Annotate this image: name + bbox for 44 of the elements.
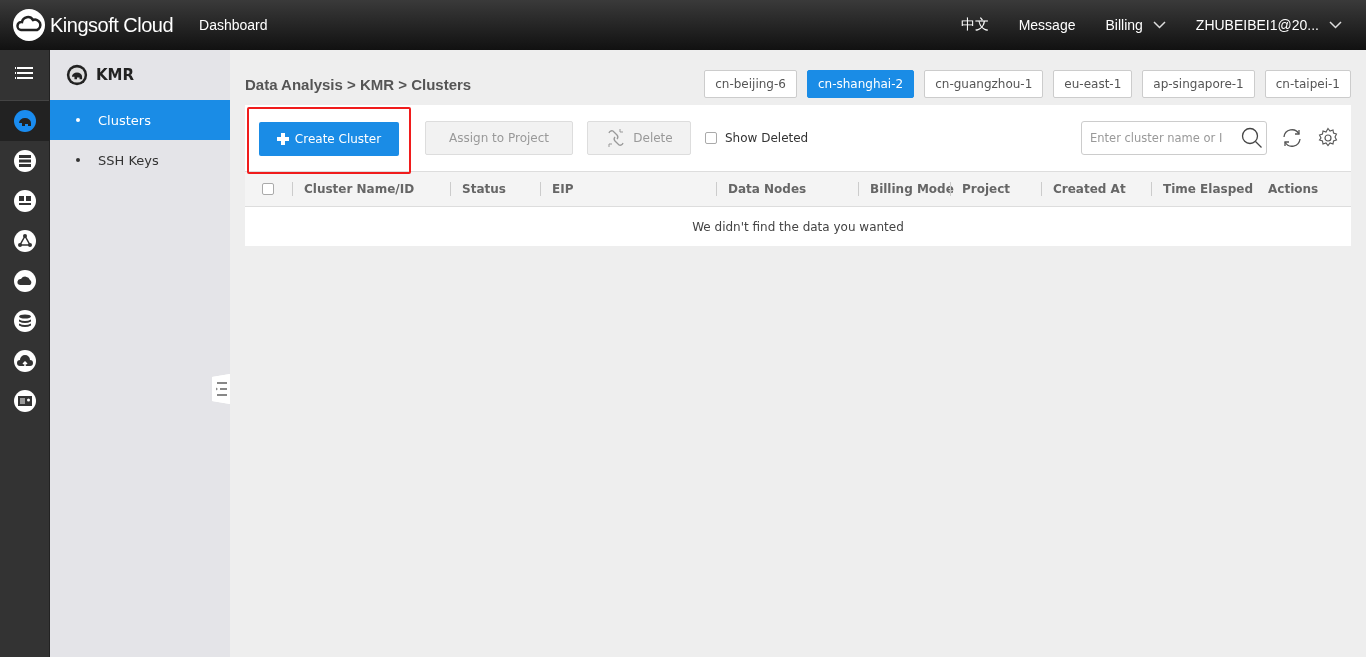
column-header: Status — [450, 182, 540, 196]
region-tab[interactable]: eu-east-1 — [1053, 70, 1133, 98]
dashboard-link[interactable]: Dashboard — [199, 17, 268, 33]
breadcrumb: Data Analysis > KMR > Clusters — [245, 75, 473, 93]
column-header: Data Nodes — [716, 182, 858, 196]
sidebar-item[interactable]: SSH Keys — [50, 140, 230, 180]
region-tab[interactable]: cn-shanghai-2 — [806, 70, 915, 98]
collapse-handle-icon[interactable] — [212, 374, 230, 404]
account-menu[interactable]: ZHUBEIBEI1@20... — [1195, 17, 1319, 33]
language-link[interactable]: 中文 — [960, 16, 989, 34]
cloud-icon[interactable] — [11, 268, 38, 294]
billing-menu[interactable]: Billing — [1105, 17, 1143, 33]
cloud-logo-icon — [12, 8, 46, 42]
search-icon[interactable] — [1241, 127, 1263, 149]
region-tab[interactable]: ap-singapore-1 — [1142, 70, 1255, 98]
message-link[interactable]: Message — [1018, 17, 1076, 33]
create-button[interactable]: Create Cluster — [259, 122, 399, 156]
column-header: EIP — [540, 182, 716, 196]
column-header: Created At — [1041, 182, 1151, 196]
select-all-checkbox[interactable] — [262, 183, 274, 195]
show-deleted-checkbox[interactable] — [705, 132, 717, 144]
grid-icon[interactable] — [11, 188, 38, 214]
plus-icon — [276, 133, 289, 145]
column-header: Actions — [1267, 182, 1320, 196]
region-tab[interactable]: cn-guangzhou-1 — [924, 70, 1044, 98]
search-field[interactable]: Enter cluster name or I — [1081, 121, 1267, 155]
brand-name: Kingsoft Cloud — [50, 13, 174, 37]
column-header: Time Elasped — [1151, 182, 1257, 196]
settings-icon[interactable] — [1317, 127, 1339, 149]
network-icon[interactable] — [11, 228, 38, 254]
chevron-down-icon — [1152, 21, 1166, 29]
database-icon[interactable] — [11, 308, 38, 334]
empty-message: We didn't find the data you wanted — [692, 219, 904, 234]
id-card-icon[interactable] — [11, 388, 38, 414]
server-icon[interactable] — [11, 148, 38, 174]
column-header: Cluster Name/ID — [292, 182, 450, 196]
section-title: KMR — [96, 66, 135, 84]
refresh-icon[interactable] — [1281, 127, 1303, 149]
checkbox-label: Show Deleted — [725, 131, 809, 145]
chevron-down-icon — [1329, 21, 1342, 29]
sidebar-item[interactable]: Clusters — [50, 100, 230, 140]
region-tab[interactable]: cn-beijing-6 — [704, 70, 797, 98]
cloud-upload-icon[interactable] — [11, 348, 38, 374]
region-tab[interactable]: cn-taipei-1 — [1264, 70, 1351, 98]
